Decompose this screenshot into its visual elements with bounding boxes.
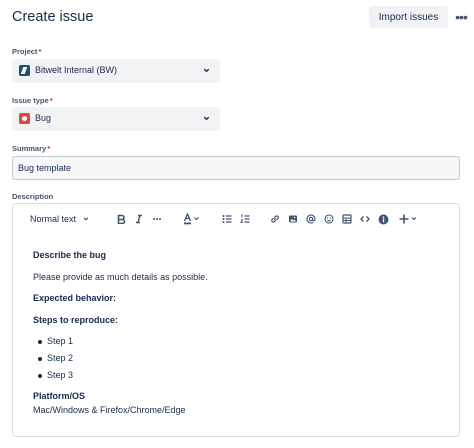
numbered-list-icon [240,214,250,223]
required-marker: * [47,144,51,153]
link-icon [271,215,279,223]
numbered-list-button[interactable] [238,212,252,226]
table-button[interactable] [340,212,354,226]
bug-icon [19,113,30,124]
description-label-text: Description [12,192,54,201]
project-label-text: Project [12,47,38,56]
code-button[interactable] [358,212,372,226]
info-icon [378,214,388,224]
list-item: Step 3 [47,370,74,380]
project-select-value: Bitwelt Internal (BW) [35,65,118,75]
heading-steps-to-reproduce: Steps to reproduce: [33,315,119,325]
summary-input-value: Bug template [18,163,72,173]
summary-label: Summary* [12,144,50,153]
image-icon [289,215,297,223]
text-color-icon [183,213,199,225]
bullet-list-button[interactable] [220,212,234,226]
code-icon [360,216,370,222]
heading-platform-os: Platform/OS [33,391,86,401]
list-item: Step 1 [47,336,74,346]
project-label: Project* [12,47,41,56]
issue-type-label: Issue type* [12,96,53,105]
project-select[interactable]: Bitwelt Internal (BW) [12,59,220,83]
insert-icon [399,214,417,224]
bold-button[interactable] [114,212,128,226]
paragraph-details: Please provide as much details as possib… [33,272,208,282]
text-color-button[interactable] [182,212,202,226]
required-marker: * [38,47,42,56]
chevron-down-icon [203,116,210,121]
table-icon [342,214,352,224]
summary-label-text: Summary [12,144,47,153]
more-formatting-icon [153,218,161,220]
text-style-label: Normal text [30,214,77,224]
text-style-dropdown[interactable]: Normal text [30,212,92,226]
modal-header: Create issue Import issues ••• [12,6,468,30]
image-button[interactable] [286,212,300,226]
issue-type-select-value: Bug [35,113,52,123]
mention-button[interactable] [304,212,318,226]
paragraph-platform: Mac/Windows & Firefox/Chrome/Edge [33,405,186,415]
more-actions-button[interactable]: ••• [452,6,470,28]
chevron-down-icon [83,217,89,221]
emoji-icon [324,214,334,224]
issue-type-label-text: Issue type [12,96,49,105]
list-item: Step 2 [47,353,74,363]
emoji-button[interactable] [322,212,336,226]
required-marker: * [49,96,53,105]
editor-toolbar: Normal text [13,204,459,234]
info-panel-button[interactable] [376,212,390,226]
bullet-list-icon [222,215,232,223]
bullet-icon [38,357,42,361]
chevron-down-icon [203,68,210,73]
project-avatar-icon [19,65,30,76]
heading-expected-behavior: Expected behavior: [33,293,117,303]
italic-button[interactable] [132,212,146,226]
link-button[interactable] [268,212,282,226]
more-formatting-button[interactable] [150,212,164,226]
issue-type-select[interactable]: Bug [12,107,220,131]
summary-input[interactable]: Bug template [12,156,460,180]
bullet-icon [38,340,42,344]
italic-icon [136,214,142,224]
insert-button[interactable] [398,212,420,226]
page-title: Create issue [12,9,94,25]
bullet-icon [38,374,42,378]
import-issues-button[interactable]: Import issues [369,6,448,28]
heading-describe-bug: Describe the bug [33,250,107,260]
description-label: Description [12,192,53,201]
bold-icon [117,214,126,224]
description-editor[interactable]: Normal text Describe the bug Please prov… [12,203,460,437]
mention-icon [306,214,316,224]
